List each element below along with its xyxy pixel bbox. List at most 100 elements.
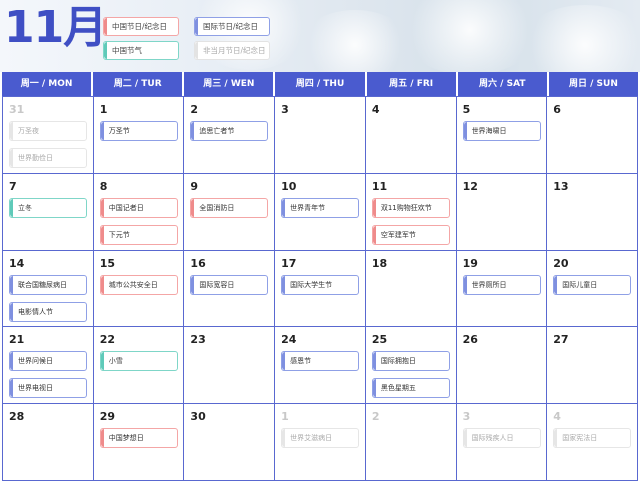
day-number: 7 (9, 179, 17, 193)
day-number: 4 (553, 410, 561, 424)
day-number: 30 (190, 410, 206, 424)
day-number: 24 (281, 333, 297, 347)
day-cell[interactable]: 3 国际残疾人日 (456, 404, 548, 481)
event-tag[interactable]: 全国消防日 (190, 197, 269, 218)
day-cell[interactable]: 3 (275, 97, 366, 174)
event-tag[interactable]: 电影情人节 (9, 301, 87, 322)
event-tag[interactable]: 世界青年节 (281, 197, 360, 218)
weekday-tue: 周二 / TUR (93, 72, 185, 96)
day-cell[interactable]: 24 感恩节 (275, 327, 366, 405)
day-number: 26 (462, 333, 478, 347)
day-number: 8 (99, 179, 108, 193)
day-number: 1 (281, 410, 289, 424)
month-title: 11月 (4, 2, 107, 53)
day-cell[interactable]: 10 世界青年节 (275, 173, 366, 251)
event-tag[interactable]: 万圣夜 (9, 121, 87, 141)
day-number: 15 (99, 256, 116, 270)
event-tag[interactable]: 万圣节 (99, 121, 178, 141)
day-cell[interactable]: 7 立冬 (3, 173, 94, 251)
day-number: 16 (190, 256, 206, 270)
header-banner: 11月 中国节日/纪念日 国际节日/纪念日 中国节气 非当月节日/纪念日 (0, 0, 640, 72)
day-cell[interactable]: 6 (547, 97, 638, 174)
weekday-fri: 周五 / FRI (366, 72, 458, 96)
day-number: 10 (281, 179, 297, 193)
event-tag[interactable]: 国家宪法日 (553, 428, 632, 449)
day-cell[interactable]: 17 国际大学生节 (275, 250, 366, 328)
event-tag[interactable]: 世界电视日 (9, 378, 87, 399)
event-tag[interactable]: 国际残疾人日 (462, 428, 541, 449)
day-cell[interactable]: 21 世界问候日 世界电视日 (3, 327, 94, 405)
day-cell[interactable]: 8 中国记者日下元节 (93, 173, 185, 251)
event-tag[interactable]: 城市公共安全日 (99, 274, 178, 295)
day-number: 14 (9, 256, 25, 270)
day-cell[interactable]: 26 (456, 327, 548, 405)
event-tag[interactable]: 联合国糖尿病日 (9, 274, 87, 295)
day-number: 11 (371, 179, 388, 193)
event-tag[interactable]: 小雪 (99, 351, 178, 372)
day-number: 23 (190, 333, 206, 347)
event-tag[interactable]: 世界勤俭日 (9, 148, 87, 168)
weekday-thu: 周四 / THU (275, 72, 367, 96)
day-cell[interactable]: 15 城市公共安全日 (93, 250, 185, 328)
event-tag[interactable]: 世界厕所日 (462, 274, 541, 295)
calendar-grid: 31 万圣夜 世界勤俭日 1 万圣节 2 追思亡者节 3 4 5 世界海啸日 6 7 立冬 8 中国记者日 下元… (2, 96, 638, 481)
day-number: 25 (371, 333, 388, 347)
weekday-header: 周一 / MON 周二 / TUR 周三 / WEN 周四 / THU 周五 /… (2, 72, 638, 96)
event-tag[interactable]: 中国梦想日 (99, 428, 178, 449)
day-cell[interactable]: 28 (3, 404, 94, 481)
weekday-sun: 周日 / SUN (548, 72, 638, 96)
day-cell[interactable]: 4 (365, 97, 457, 174)
day-cell[interactable]: 23 (184, 327, 276, 405)
event-tag[interactable]: 中国记者日 (99, 197, 178, 218)
day-number: 5 (462, 103, 471, 116)
day-number: 13 (553, 179, 569, 193)
day-cell[interactable]: 29 中国梦想日 (93, 404, 185, 481)
day-cell[interactable]: 9 全国消防日 (184, 173, 276, 251)
day-cell[interactable]: 30 (184, 404, 276, 481)
day-cell[interactable]: 18 (365, 250, 457, 328)
day-cell[interactable]: 12 (456, 173, 548, 251)
day-cell[interactable]: 2 (365, 404, 457, 481)
day-number: 6 (553, 103, 561, 116)
day-cell[interactable]: 31 万圣夜世界勤俭日 (3, 97, 94, 174)
day-cell[interactable]: 2 追思亡者节 (184, 97, 276, 174)
event-tag[interactable]: 国际拥抱日 (371, 351, 450, 372)
day-number: 12 (462, 179, 478, 193)
event-tag[interactable]: 追思亡者节 (190, 121, 269, 141)
day-cell[interactable]: 4 国家宪法日 (547, 404, 638, 481)
day-cell[interactable]: 22 小雪 (93, 327, 185, 405)
event-tag[interactable]: 世界问候日 (9, 351, 87, 372)
day-cell[interactable]: 13 (547, 173, 638, 251)
day-cell[interactable]: 20 国际儿童日 (547, 250, 638, 328)
event-tag[interactable]: 双11购物狂欢节 (371, 197, 450, 218)
event-tag[interactable]: 黑色星期五 (371, 378, 450, 399)
event-tag[interactable]: 空军建军节 (371, 224, 450, 245)
legend-other-month: 非当月节日/纪念日 (194, 41, 270, 60)
day-cell[interactable]: 25 国际拥抱日黑色星期五 (365, 327, 457, 405)
event-tag[interactable]: 感恩节 (281, 351, 360, 372)
day-cell[interactable]: 11 双11购物狂欢节 空军建军节 (365, 173, 457, 251)
day-number: 31 (9, 103, 25, 116)
day-cell[interactable]: 16 国际宽容日 (184, 250, 276, 328)
event-tag[interactable]: 下元节 (99, 224, 178, 245)
day-cell[interactable]: 5 世界海啸日 (456, 97, 548, 174)
day-cell[interactable]: 27 (547, 327, 638, 405)
event-tag[interactable]: 立冬 (9, 197, 87, 218)
day-number: 29 (99, 410, 116, 424)
weekday-sat: 周六 / SAT (457, 72, 549, 96)
day-cell[interactable]: 14 联合国糖尿病日 电影情人节 (3, 250, 94, 328)
day-number: 2 (190, 103, 199, 116)
event-tag[interactable]: 世界艾滋病日 (281, 428, 360, 449)
day-number: 17 (281, 256, 297, 270)
day-number: 3 (281, 103, 289, 116)
event-tag[interactable]: 国际宽容日 (190, 274, 269, 295)
day-cell[interactable]: 19 世界厕所日 (456, 250, 548, 328)
legend-china-festival: 中国节日/纪念日 (103, 17, 179, 36)
day-cell[interactable]: 1 万圣节 (93, 97, 185, 174)
event-tag[interactable]: 国际儿童日 (553, 274, 632, 295)
weekday-mon: 周一 / MON (2, 72, 94, 96)
day-cell[interactable]: 1 世界艾滋病日 (275, 404, 366, 481)
day-number: 18 (371, 256, 388, 270)
event-tag[interactable]: 国际大学生节 (281, 274, 360, 295)
event-tag[interactable]: 世界海啸日 (462, 121, 541, 141)
